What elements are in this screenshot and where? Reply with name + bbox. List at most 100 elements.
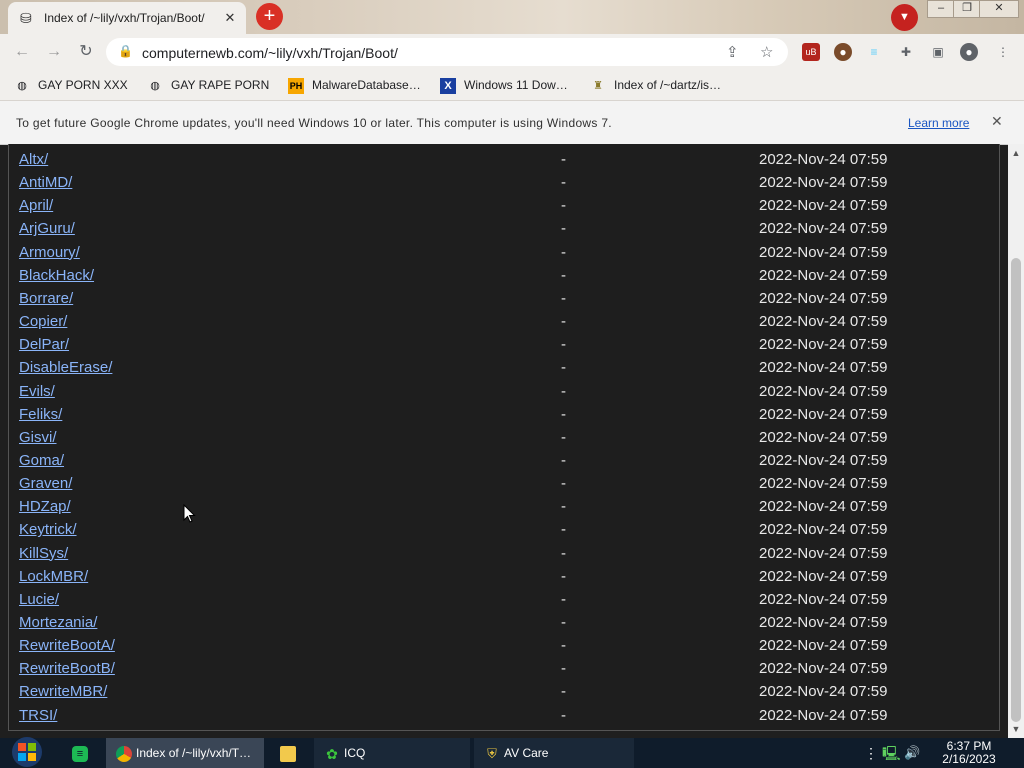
listing-row: Keytrick/ - 2022-Nov-24 07:59 (9, 518, 999, 541)
taskbar-item-explorer[interactable] (272, 738, 306, 768)
directory-link[interactable]: April/ (19, 197, 53, 214)
folder-icon: ♜ (593, 79, 603, 92)
modified-date: 2022-Nov-24 07:59 (759, 590, 888, 608)
x-icon: X (440, 77, 456, 94)
infobar-close-icon[interactable]: ✕ (991, 113, 1003, 130)
back-arrow-icon[interactable]: ← (12, 42, 32, 62)
extension-avatar-icon[interactable]: ● (834, 43, 852, 61)
close-window-button[interactable]: ✕ (979, 0, 1019, 18)
listing-row: Mortezania/ - 2022-Nov-24 07:59 (9, 611, 999, 634)
file-size: - (561, 266, 566, 284)
pride-flag-extension-icon[interactable]: ≡ (865, 43, 883, 61)
listing-row: RewriteBootA/ - 2022-Nov-24 07:59 (9, 634, 999, 657)
directory-link[interactable]: Borrare/ (19, 290, 73, 307)
file-size: - (561, 243, 566, 261)
directory-link[interactable]: Graven/ (19, 475, 72, 492)
directory-link[interactable]: LockMBR/ (19, 568, 88, 585)
file-size: - (561, 660, 566, 678)
url-text[interactable]: computernewb.com/~lily/vxh/Trojan/Boot/ (142, 45, 398, 61)
directory-link[interactable]: TRSI/ (19, 707, 57, 724)
directory-link[interactable]: Gisvi/ (19, 429, 57, 446)
directory-link[interactable]: Armoury/ (19, 244, 80, 261)
listing-row: Goma/ - 2022-Nov-24 07:59 (9, 449, 999, 472)
file-size: - (561, 637, 566, 655)
directory-link[interactable]: RewriteBootB/ (19, 660, 115, 677)
menu-kebab-icon[interactable]: ⋮ (994, 43, 1012, 61)
modified-date: 2022-Nov-24 07:59 (759, 521, 888, 539)
file-size: - (561, 614, 566, 631)
ph-icon: PH (288, 77, 304, 94)
ublock-extension-icon[interactable]: uB (802, 43, 820, 61)
file-size: - (561, 567, 566, 585)
system-tray: ⋮ 🖳 🔊 (858, 738, 938, 768)
directory-link[interactable]: Keytrick/ (19, 521, 77, 538)
listing-row: Feliks/ - 2022-Nov-24 07:59 (9, 403, 999, 426)
tab-close-icon[interactable]: ✕ (220, 8, 240, 28)
directory-link[interactable]: Feliks/ (19, 406, 62, 423)
scroll-thumb[interactable] (1011, 258, 1021, 722)
scroll-down-arrow-icon[interactable]: ▼ (1011, 724, 1021, 734)
file-size: - (561, 405, 566, 423)
taskbar-item-icq[interactable]: ✿ ICQ (314, 738, 470, 768)
directory-link[interactable]: DelPar/ (19, 336, 69, 353)
directory-link[interactable]: ArjGuru/ (19, 220, 75, 237)
directory-link[interactable]: DisableErase/ (19, 359, 112, 376)
tab-search-button[interactable]: ▼ (891, 4, 918, 31)
bookmark-item[interactable]: ♜ Index of /~dartz/is… (590, 76, 721, 94)
bookmark-item[interactable]: X Windows 11 Dow… (440, 76, 568, 94)
taskbar-item-av-care[interactable]: ⛨ AV Care (474, 738, 634, 768)
directory-link[interactable]: RewriteBootA/ (19, 637, 115, 654)
share-icon[interactable]: ⇪ (726, 43, 739, 61)
bookmark-star-icon[interactable]: ☆ (760, 43, 773, 61)
modified-date: 2022-Nov-24 07:59 (759, 313, 888, 331)
new-tab-button[interactable]: + (256, 3, 283, 30)
modified-date: 2022-Nov-24 07:59 (759, 243, 888, 261)
listing-row: Graven/ - 2022-Nov-24 07:59 (9, 472, 999, 495)
listing-row: Armoury/ - 2022-Nov-24 07:59 (9, 241, 999, 264)
profile-avatar-icon[interactable]: ● (960, 43, 978, 61)
side-panel-icon[interactable]: ▣ (929, 43, 947, 61)
reload-icon[interactable]: ↻ (76, 42, 96, 62)
directory-link[interactable]: HDZap/ (19, 498, 71, 515)
forward-arrow-icon[interactable]: → (44, 42, 64, 62)
extensions-puzzle-icon[interactable]: ✚ (897, 43, 915, 61)
file-size: - (561, 683, 566, 701)
directory-link[interactable]: Evils/ (19, 383, 55, 400)
bookmark-item[interactable]: ◍ GAY RAPE PORN (147, 76, 269, 94)
modified-date: 2022-Nov-24 07:59 (759, 660, 888, 678)
directory-link[interactable]: RewriteMBR/ (19, 683, 107, 700)
listing-row: DisableErase/ - 2022-Nov-24 07:59 (9, 356, 999, 379)
browser-tab[interactable]: ⛁ Index of /~lily/vxh/Trojan/Boot/ ✕ (8, 2, 246, 34)
learn-more-link[interactable]: Learn more (908, 116, 969, 130)
taskbar-clock[interactable]: 6:37 PM 2/16/2023 (938, 740, 1000, 766)
modified-date: 2022-Nov-24 07:59 (759, 220, 888, 238)
page-scrollbar[interactable]: ▲ ▼ (1008, 144, 1024, 738)
file-size: - (561, 359, 566, 377)
bookmark-item[interactable]: PH MalwareDatabase… (288, 76, 421, 94)
tray-overflow-icon[interactable]: ⋮ (864, 738, 878, 768)
file-size: - (561, 336, 566, 354)
directory-link[interactable]: AntiMD/ (19, 174, 72, 191)
volume-icon[interactable]: 🔊 (904, 738, 920, 768)
start-button[interactable] (10, 736, 44, 768)
directory-link[interactable]: Lucie/ (19, 591, 59, 608)
modified-date: 2022-Nov-24 07:59 (759, 151, 888, 168)
bookmark-item[interactable]: ◍ GAY PORN XXX (14, 76, 127, 94)
directory-link[interactable]: Copier/ (19, 313, 67, 330)
scroll-up-arrow-icon[interactable]: ▲ (1011, 148, 1021, 158)
file-size: - (561, 313, 566, 331)
taskbar-item-chrome[interactable]: Index of /~lily/vxh/T… (106, 738, 264, 768)
directory-link[interactable]: Goma/ (19, 452, 64, 469)
taskbar-app-green[interactable]: ≡ (72, 738, 96, 768)
network-icon[interactable]: 🖳 (882, 738, 901, 768)
mouse-cursor-icon (183, 504, 196, 523)
address-bar[interactable]: 🔒 computernewb.com/~lily/vxh/Trojan/Boot… (106, 38, 788, 66)
directory-link[interactable]: Mortezania/ (19, 614, 97, 631)
directory-link[interactable]: KillSys/ (19, 545, 68, 562)
maximize-button[interactable]: ❐ (953, 0, 981, 18)
minimize-button[interactable]: – (927, 0, 955, 18)
lock-icon: 🔒 (118, 44, 133, 58)
directory-link[interactable]: Altx/ (19, 151, 48, 168)
clock-date: 2/16/2023 (942, 752, 996, 766)
directory-link[interactable]: BlackHack/ (19, 267, 94, 284)
